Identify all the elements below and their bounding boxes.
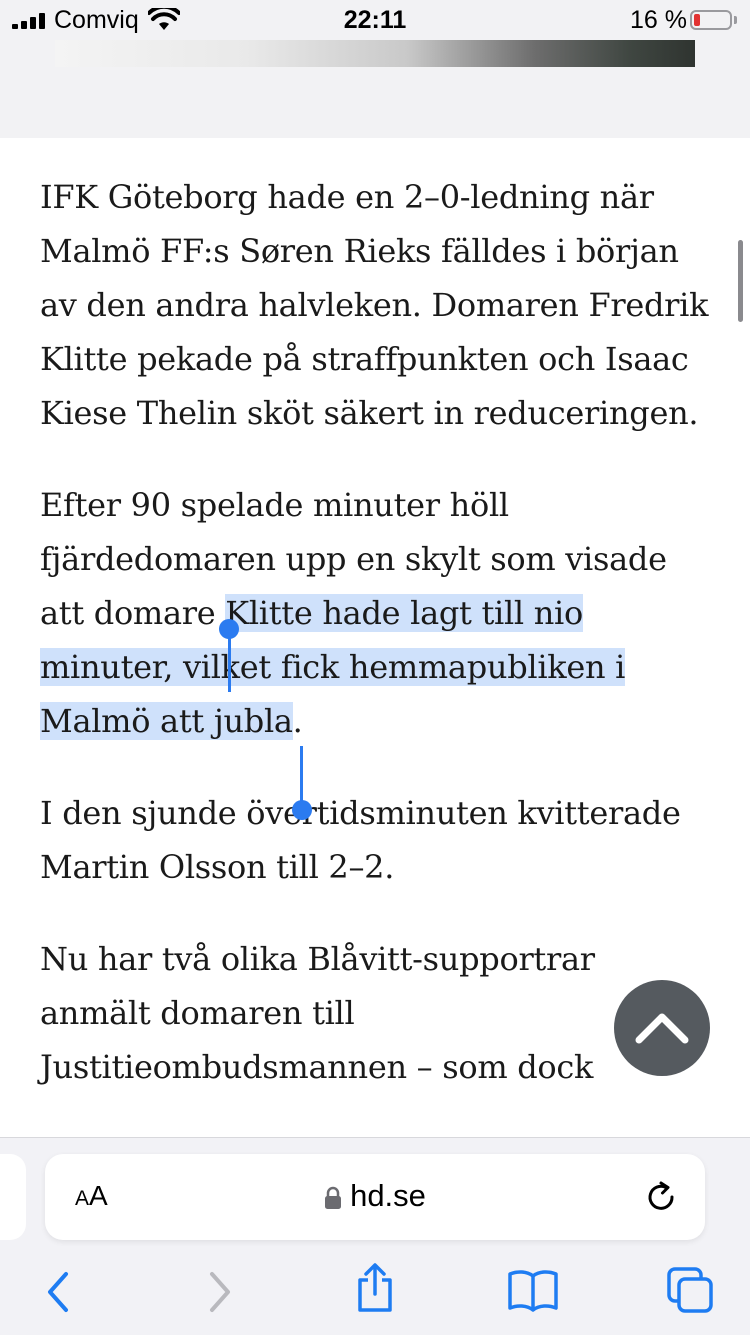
selection-end-handle[interactable] bbox=[300, 746, 303, 804]
article-paragraph: IFK Göteborg hade en 2–0-ledning när Mal… bbox=[40, 178, 709, 432]
selection-end-knob[interactable] bbox=[292, 800, 312, 820]
status-bar: Comviq 22:11 16 % bbox=[0, 0, 750, 40]
url-display[interactable]: hd.se bbox=[45, 1178, 705, 1214]
url-text: hd.se bbox=[350, 1178, 426, 1213]
article-paragraph: I den sjunde övertidsminuten kvitterade … bbox=[40, 794, 681, 886]
battery-percent: 16 % bbox=[630, 6, 687, 34]
chevron-up-icon bbox=[635, 1013, 689, 1044]
address-bar[interactable]: AA hd.se bbox=[45, 1154, 705, 1240]
article-paragraph: Nu har två olika Blåvitt-supportrar anmä… bbox=[40, 940, 595, 1086]
scroll-indicator[interactable] bbox=[738, 240, 743, 322]
selection-start-knob[interactable] bbox=[219, 619, 239, 639]
tabs-icon[interactable] bbox=[666, 1266, 714, 1314]
share-icon[interactable] bbox=[353, 1262, 397, 1314]
bookmarks-icon[interactable] bbox=[507, 1268, 559, 1312]
reload-icon[interactable] bbox=[643, 1180, 679, 1216]
selection-start-handle[interactable] bbox=[228, 632, 231, 692]
article-image bbox=[55, 40, 695, 67]
paragraph-text-after: . bbox=[292, 702, 303, 740]
battery-icon bbox=[690, 10, 732, 30]
article-image-area bbox=[0, 40, 750, 138]
lock-icon bbox=[325, 1186, 342, 1209]
article-body: IFK Göteborg hade en 2–0-ledning när Mal… bbox=[40, 170, 710, 1132]
article-paragraph-selected: Efter 90 spelade minuter höll fjärdedoma… bbox=[40, 478, 710, 748]
previous-tab-preview[interactable] bbox=[0, 1154, 26, 1240]
forward-icon[interactable] bbox=[206, 1270, 234, 1314]
browser-nav-row bbox=[0, 1263, 750, 1314]
back-icon[interactable] bbox=[44, 1270, 72, 1314]
scroll-to-top-button[interactable] bbox=[614, 980, 710, 1076]
